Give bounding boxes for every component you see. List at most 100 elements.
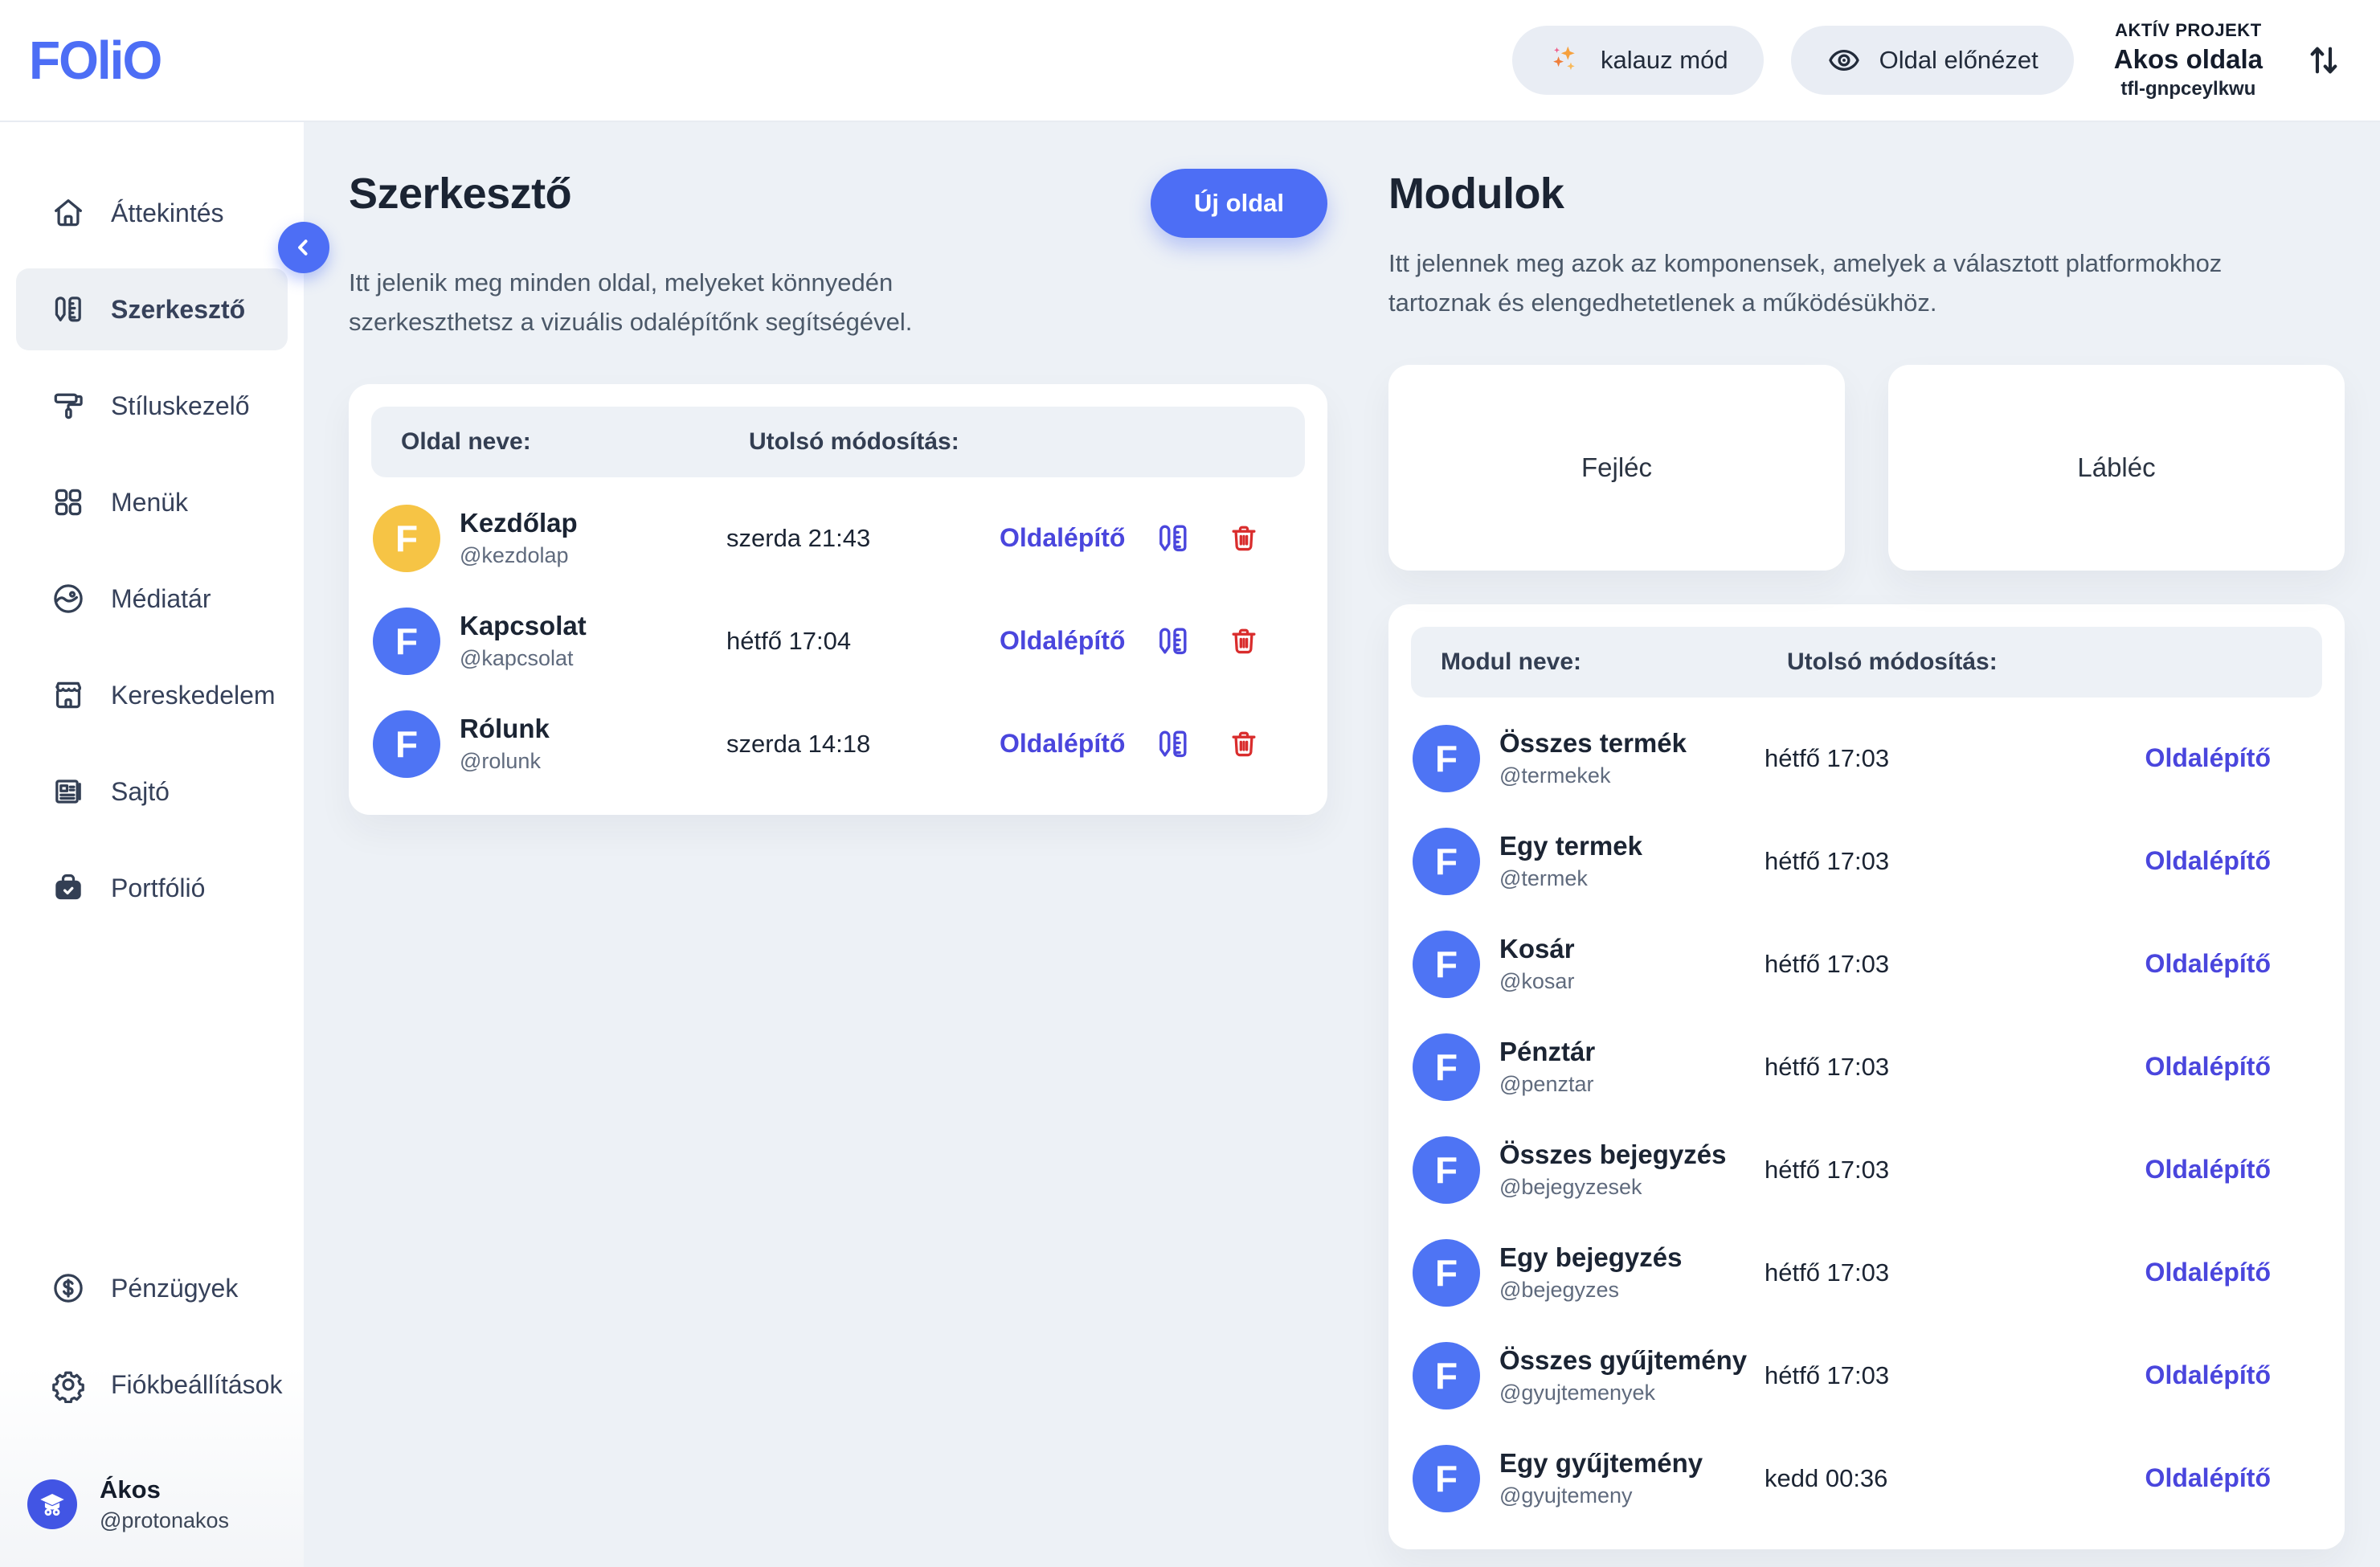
module-builder-link[interactable]: Oldalépítő — [2105, 743, 2298, 773]
active-project-label: AKTÍV PROJEKT — [2114, 20, 2263, 41]
module-card-lablec[interactable]: Lábléc — [1888, 365, 2345, 571]
pen-ruler-icon — [1154, 622, 1192, 661]
module-identity: F Pénztár @penztar — [1413, 1033, 1765, 1101]
sidebar-item-penzugyek[interactable]: Pénzügyek — [16, 1247, 288, 1329]
sidebar-item-mediatar[interactable]: Médiatár — [16, 558, 288, 640]
chevron-left-icon — [290, 234, 317, 261]
modules-description: Itt jelennek meg azok az komponensek, am… — [1388, 244, 2248, 323]
delete-page-button[interactable] — [1212, 624, 1276, 659]
module-handle: @kosar — [1499, 969, 1575, 994]
page-last-modified: szerda 21:43 — [726, 524, 1000, 553]
module-avatar: F — [1413, 931, 1480, 998]
module-builder-link[interactable]: Oldalépítő — [2105, 1052, 2298, 1082]
sidebar-item-stiluskezelo[interactable]: Stíluskezelő — [16, 365, 288, 447]
sidebar-item-label: Kereskedelem — [111, 681, 276, 710]
module-card-fejlec[interactable]: Fejléc — [1388, 365, 1845, 571]
page-row-rolunk: F Rólunk @rolunk szerda 14:18 Oldalépítő — [371, 693, 1305, 796]
page-avatar: F — [373, 505, 440, 572]
page-builder-link[interactable]: Oldalépítő — [1000, 729, 1135, 759]
sidebar-item-label: Menük — [111, 488, 188, 518]
trash-icon — [1226, 521, 1262, 556]
modules-header: Modulok — [1388, 169, 2345, 219]
edit-page-button[interactable] — [1135, 725, 1212, 763]
module-handle: @termek — [1499, 866, 1642, 891]
topbar: FOliO kalauz mód — [0, 0, 2380, 122]
app-shell: Áttekintés Szerkesztő Stíluskezelő — [0, 122, 2380, 1567]
graduation-cap-icon — [35, 1487, 69, 1521]
sidebar-item-sajto[interactable]: Sajtó — [16, 751, 288, 833]
delete-page-button[interactable] — [1212, 521, 1276, 556]
page-builder-link[interactable]: Oldalépítő — [1000, 626, 1135, 656]
app-window: FOliO kalauz mód — [0, 0, 2380, 1567]
module-handle: @bejegyzes — [1499, 1278, 1682, 1303]
sidebar-item-label: Portfólió — [111, 874, 205, 903]
user-name: Ákos — [100, 1475, 229, 1504]
sidebar-item-label: Áttekintés — [111, 198, 224, 228]
sidebar-item-fiokbeallitasok[interactable]: Fiókbeállítások — [16, 1344, 288, 1426]
module-row-termek: F Egy termek @termek hétfő 17:03 Oldalép… — [1411, 810, 2322, 913]
sidebar-spacer — [16, 943, 288, 1247]
module-card-label: Fejléc — [1581, 452, 1652, 483]
modules-table-header: Modul neve: Utolsó módosítás: — [1411, 627, 2322, 698]
module-names: Összes bejegyzés @bejegyzesek — [1499, 1139, 1727, 1200]
sidebar-item-szerkeszto[interactable]: Szerkesztő — [16, 268, 288, 350]
page-avatar: F — [373, 608, 440, 675]
kalauz-mode-button[interactable]: kalauz mód — [1512, 26, 1764, 95]
sidebar-nav: Áttekintés Szerkesztő Stíluskezelő — [16, 172, 288, 943]
module-row-kosar: F Kosár @kosar hétfő 17:03 Oldalépítő — [1411, 913, 2322, 1016]
sidebar-item-label: Fiókbeállítások — [111, 1370, 282, 1400]
pen-ruler-icon — [1154, 519, 1192, 558]
page-title: Szerkesztő — [349, 169, 571, 219]
page-identity: F Kapcsolat @kapcsolat — [373, 608, 726, 675]
module-handle: @termekek — [1499, 763, 1687, 788]
module-identity: F Egy termek @termek — [1413, 828, 1765, 895]
edit-page-button[interactable] — [1135, 622, 1212, 661]
module-row-penztar: F Pénztár @penztar hétfő 17:03 Oldalépít… — [1411, 1016, 2322, 1119]
module-name: Egy bejegyzés — [1499, 1242, 1682, 1273]
press-icon — [50, 773, 87, 810]
page-preview-button[interactable]: Oldal előnézet — [1791, 26, 2074, 95]
topbar-actions: kalauz mód Oldal előnézet AKTÍV PROJEKT … — [1512, 20, 2345, 100]
sidebar-item-kereskedelem[interactable]: Kereskedelem — [16, 654, 288, 736]
page-builder-link[interactable]: Oldalépítő — [1000, 523, 1135, 553]
module-builder-link[interactable]: Oldalépítő — [2105, 949, 2298, 979]
settings-icon — [50, 1366, 87, 1403]
module-last-modified: hétfő 17:03 — [1765, 847, 2105, 876]
module-name: Kosár — [1499, 934, 1575, 964]
sidebar-item-portfolio[interactable]: Portfólió — [16, 847, 288, 929]
sidebar-item-menuk[interactable]: Menük — [16, 461, 288, 543]
module-avatar: F — [1413, 725, 1480, 792]
swap-vertical-icon — [2303, 39, 2345, 81]
module-builder-link[interactable]: Oldalépítő — [2105, 1360, 2298, 1390]
sidebar-item-attekintes[interactable]: Áttekintés — [16, 172, 288, 254]
page-handle: @kezdolap — [460, 543, 578, 568]
module-last-modified: hétfő 17:03 — [1765, 744, 2105, 773]
page-name: Kapcsolat — [460, 611, 587, 641]
module-last-modified: hétfő 17:03 — [1765, 1053, 2105, 1082]
delete-page-button[interactable] — [1212, 726, 1276, 762]
new-page-button[interactable]: Új oldal — [1151, 169, 1327, 238]
module-avatar: F — [1413, 828, 1480, 895]
module-builder-link[interactable]: Oldalépítő — [2105, 1463, 2298, 1493]
sidebar-collapse-button[interactable] — [278, 222, 329, 273]
module-avatar: F — [1413, 1033, 1480, 1101]
module-builder-link[interactable]: Oldalépítő — [2105, 1258, 2298, 1287]
trash-icon — [1226, 624, 1262, 659]
module-builder-link[interactable]: Oldalépítő — [2105, 1155, 2298, 1184]
edit-page-button[interactable] — [1135, 519, 1212, 558]
page-identity: F Rólunk @rolunk — [373, 710, 726, 778]
module-row-termekek: F Összes termék @termekek hétfő 17:03 Ol… — [1411, 707, 2322, 810]
project-id: tfl-gnpceylkwu — [2114, 78, 2263, 100]
page-avatar: F — [373, 710, 440, 778]
sidebar-item-label: Szerkesztő — [111, 295, 245, 325]
module-avatar: F — [1413, 1136, 1480, 1204]
switch-project-button[interactable] — [2303, 39, 2345, 81]
module-name: Egy gyűjtemény — [1499, 1448, 1703, 1479]
editor-icon — [50, 291, 87, 328]
user-profile[interactable]: Ákos @protonakos — [16, 1475, 288, 1533]
module-handle: @gyujtemeny — [1499, 1483, 1703, 1508]
module-builder-link[interactable]: Oldalépítő — [2105, 846, 2298, 876]
editor-header: Szerkesztő Új oldal — [349, 169, 1327, 238]
module-identity: F Összes gyűjtemény @gyujtemenyek — [1413, 1342, 1765, 1409]
sidebar-footer-nav: Pénzügyek Fiókbeállítások — [16, 1247, 288, 1440]
